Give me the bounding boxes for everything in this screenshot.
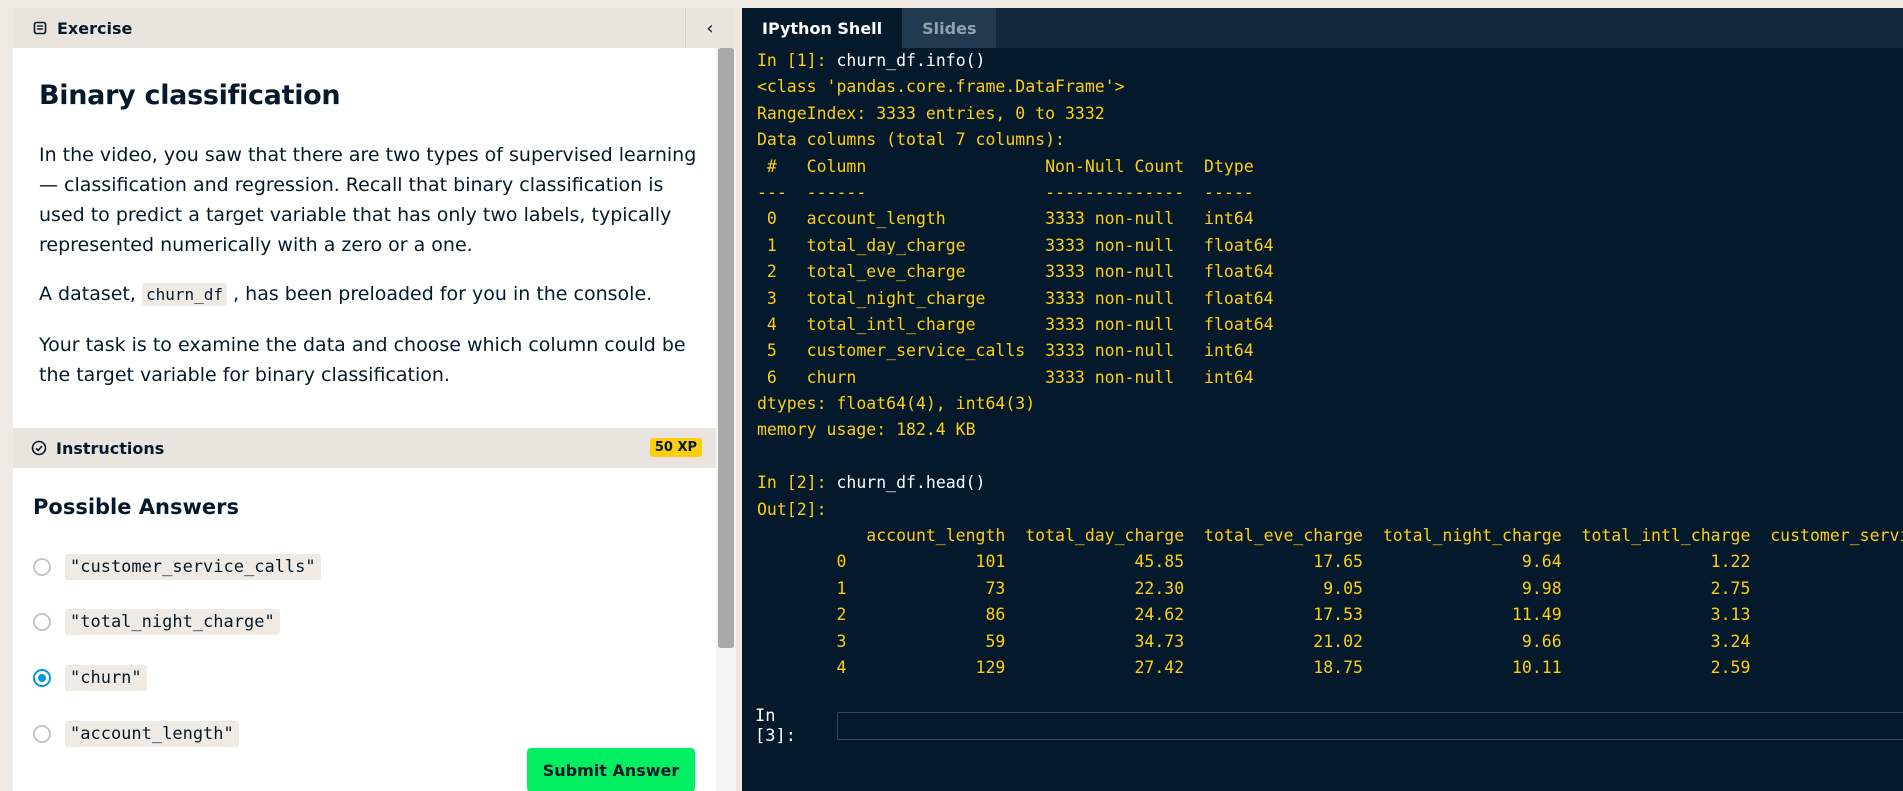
- console-line: --- ------ -------------- -----: [757, 180, 1903, 206]
- scrollbar-thumb[interactable]: [718, 48, 734, 648]
- console-panel: IPython Shell Slides In [1]: churn_df.in…: [742, 8, 1903, 791]
- console-line-text: 3 59 34.73 21.02 9.66 3.24 1 0: [836, 631, 1751, 651]
- answer-label: "churn": [65, 665, 147, 691]
- console-line: 2 total_eve_charge 3333 non-null float64: [757, 259, 1903, 285]
- answer-option-account-length[interactable]: "account_length": [33, 721, 239, 747]
- answer-label: "account_length": [65, 721, 239, 747]
- exercise-header: Exercise: [13, 8, 716, 48]
- exercise-title: Binary classification: [39, 80, 341, 111]
- tab-slides[interactable]: Slides: [902, 8, 997, 48]
- console-line: <class 'pandas.core.frame.DataFrame'>: [757, 74, 1903, 100]
- console-tabs: IPython Shell Slides: [742, 8, 1903, 48]
- console-output: In [1]: churn_df.info() <class 'pandas.co…: [757, 48, 1903, 681]
- console-line-text: In [1]:: [757, 51, 837, 70]
- console-line-text: <class 'pandas.core.frame.DataFrame'>: [757, 77, 1125, 97]
- instructions-bar: Instructions 50 XP: [13, 428, 716, 468]
- tab-ipython-shell[interactable]: IPython Shell: [742, 8, 903, 48]
- console-line: Data columns (total 7 columns):: [757, 127, 1903, 153]
- console-line: 1 total_day_charge 3333 non-null float64: [757, 233, 1903, 259]
- radio-button[interactable]: [33, 725, 51, 743]
- console-line: 0 101 45.85 17.65 9.64 1.22 3 0: [757, 549, 1903, 575]
- exercise-content: Binary classification In the video, you …: [39, 80, 699, 386]
- console-line-text: In [2]:: [757, 473, 837, 493]
- console-line: memory usage: 182.4 KB: [757, 417, 1903, 443]
- collapse-panel-button[interactable]: ‹: [685, 8, 734, 48]
- exercise-paragraph-1: In the video, you saw that there are two…: [39, 144, 697, 256]
- radio-button[interactable]: [33, 613, 51, 631]
- exercise-panel: Exercise Binary classification In the vi…: [13, 8, 716, 791]
- paragraph-2-suffix: , has been preloaded for you in the cons…: [233, 283, 653, 305]
- console-line-text: Out[2]:: [757, 499, 827, 519]
- console-command: churn_df.info(): [836, 51, 986, 70]
- console-line-text: 4 129 27.42 18.75 10.11 2.59 1 0: [836, 657, 1751, 677]
- console-line: 3 total_night_charge 3333 non-null float…: [757, 286, 1903, 312]
- radio-button-selected[interactable]: [33, 669, 51, 687]
- console-line-text: account_length total_day_charge total_ev…: [866, 526, 1903, 546]
- console-line-text: RangeIndex: 3333 entries, 0 to 3332: [757, 103, 1105, 123]
- console-line: RangeIndex: 3333 entries, 0 to 3332: [757, 101, 1903, 127]
- exercise-paragraph-2: A dataset, churn_df , has been preloaded…: [39, 279, 699, 310]
- console-line: account_length total_day_charge total_ev…: [757, 523, 1903, 549]
- console-line-text: 3 total_night_charge 3333 non-null float…: [757, 288, 1274, 308]
- console-line-text: --- ------ -------------- -----: [757, 182, 1274, 202]
- console-line: 6 churn 3333 non-null int64: [757, 365, 1903, 391]
- console-line: 1 73 22.30 9.05 9.98 2.75 2 0: [757, 576, 1903, 602]
- instructions-label: Instructions: [56, 438, 165, 458]
- exercise-paragraph-3: Your task is to examine the data and cho…: [39, 334, 686, 386]
- console-line: # Column Non-Null Count Dtype: [757, 154, 1903, 180]
- console-line: 5 customer_service_calls 3333 non-null i…: [757, 338, 1903, 364]
- console-line: 4 total_intl_charge 3333 non-null float6…: [757, 312, 1903, 338]
- console-input[interactable]: [836, 712, 1903, 740]
- console-line-text: 4 total_intl_charge 3333 non-null float6…: [757, 314, 1274, 334]
- submit-answer-button[interactable]: Submit Answer: [527, 748, 695, 791]
- answer-option-customer-service-calls[interactable]: "customer_service_calls": [33, 554, 321, 580]
- console-line-text: 2 86 24.62 17.53 11.49 3.13 1 0: [836, 605, 1751, 625]
- console-prompt-label: In [3]:: [755, 706, 796, 746]
- console-line-text: dtypes: float64(4), int64(3): [757, 394, 1036, 414]
- console-line-text: 1 total_day_charge 3333 non-null float64: [757, 235, 1274, 255]
- exercise-header-label: Exercise: [57, 18, 133, 38]
- console-prompt-line: In [3]:: [755, 706, 1903, 746]
- radio-button[interactable]: [33, 558, 51, 576]
- possible-answers-title: Possible Answers: [33, 495, 240, 519]
- console-line-text: memory usage: 182.4 KB: [757, 420, 976, 440]
- answer-label: "customer_service_calls": [65, 554, 321, 580]
- console-line-text: 5 customer_service_calls 3333 non-null i…: [757, 341, 1274, 361]
- console-line-text: Data columns (total 7 columns):: [757, 130, 1065, 150]
- console-line-text: 0 101 45.85 17.65 9.64 1.22 3 0: [836, 552, 1751, 572]
- dataset-name-code: churn_df: [141, 283, 228, 306]
- document-icon: [33, 21, 47, 35]
- console-line-text: 2 total_eve_charge 3333 non-null float64: [757, 262, 1274, 282]
- answer-option-total-night-charge[interactable]: "total_night_charge": [33, 609, 280, 635]
- console-line-text: 0 account_length 3333 non-null int64: [757, 209, 1274, 229]
- console-line: 4 129 27.42 18.75 10.11 2.59 1 0: [757, 655, 1903, 681]
- console-line: 2 86 24.62 17.53 11.49 3.13 1 0: [757, 602, 1903, 628]
- console-line: In [1]: churn_df.info(): [757, 48, 1903, 74]
- console-line: dtypes: float64(4), int64(3): [757, 391, 1903, 417]
- console-line: 3 59 34.73 21.02 9.66 3.24 1 0: [757, 629, 1903, 655]
- answer-label: "total_night_charge": [65, 609, 280, 635]
- check-circle-icon: [31, 440, 47, 456]
- console-line-text: # Column Non-Null Count Dtype: [757, 156, 1274, 176]
- answer-option-churn[interactable]: "churn": [33, 665, 147, 691]
- console-line-text: 6 churn 3333 non-null int64: [757, 367, 1274, 387]
- xp-badge: 50 XP: [649, 438, 702, 457]
- console-command: churn_df.head(): [836, 473, 986, 493]
- console-line: 0 account_length 3333 non-null int64: [757, 206, 1903, 232]
- console-line-text: 1 73 22.30 9.05 9.98 2.75 2 0: [836, 578, 1751, 598]
- console-line: In [2]: churn_df.head(): [757, 470, 1903, 496]
- console-line: Out[2]:: [757, 497, 1903, 523]
- paragraph-2-prefix: A dataset,: [39, 283, 136, 305]
